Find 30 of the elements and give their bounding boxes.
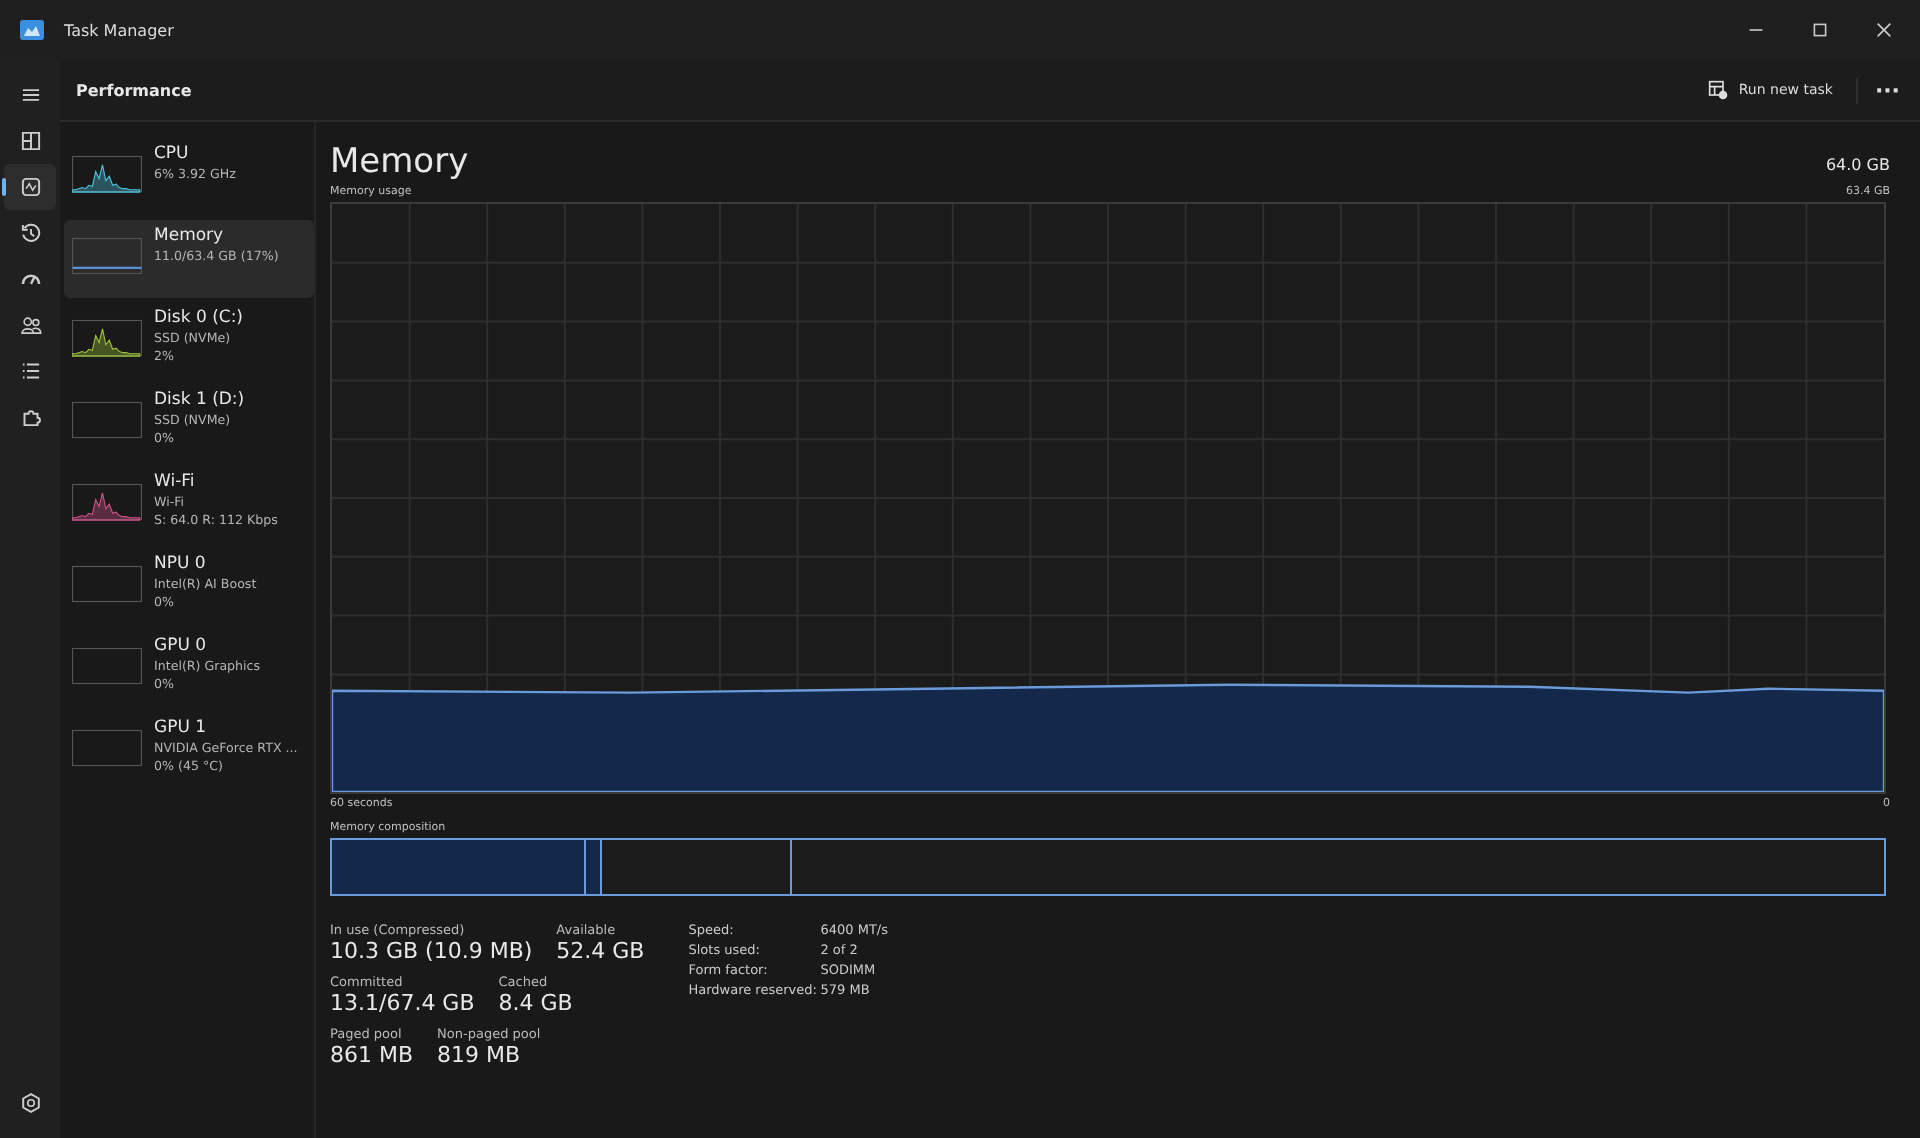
list-icon bbox=[17, 358, 43, 384]
stat-value: 13.1/67.4 GB bbox=[330, 990, 475, 1018]
stat-value: 52.4 GB bbox=[556, 938, 645, 966]
more-options-button[interactable]: ··· bbox=[1856, 77, 1904, 103]
device-name: Memory bbox=[154, 226, 226, 248]
app-icon bbox=[20, 20, 44, 40]
device-name: Disk 1 (D:) bbox=[154, 390, 245, 412]
memory-total: 64.0 GB bbox=[1825, 156, 1890, 174]
pulse-tab[interactable] bbox=[4, 164, 56, 210]
device-name: GPU 0 bbox=[154, 636, 209, 658]
grid-icon bbox=[17, 128, 43, 154]
pulse-icon bbox=[17, 174, 43, 200]
history-icon bbox=[17, 220, 43, 246]
device-name: Disk 0 (C:) bbox=[154, 308, 244, 330]
device-name: Wi-Fi bbox=[154, 472, 197, 494]
settings-icon bbox=[17, 1090, 43, 1116]
close-icon[interactable] bbox=[1876, 22, 1892, 38]
stat-value: 861 MB bbox=[330, 1042, 414, 1070]
memory-title: Memory bbox=[330, 142, 469, 182]
stat-value: 8.4 GB bbox=[498, 990, 573, 1018]
stat-value: 10.3 GB (10.9 MB) bbox=[330, 938, 533, 966]
device-name: CPU bbox=[154, 144, 191, 166]
new-task-icon bbox=[1708, 80, 1729, 100]
maximize-icon[interactable] bbox=[1812, 22, 1828, 38]
device-name: GPU 1 bbox=[154, 718, 209, 740]
device-name: NPU 0 bbox=[154, 554, 208, 576]
users-icon bbox=[17, 312, 43, 338]
page-title: Performance bbox=[76, 81, 192, 99]
stat-value: 819 MB bbox=[437, 1042, 523, 1070]
window-title: Task Manager bbox=[64, 21, 174, 39]
